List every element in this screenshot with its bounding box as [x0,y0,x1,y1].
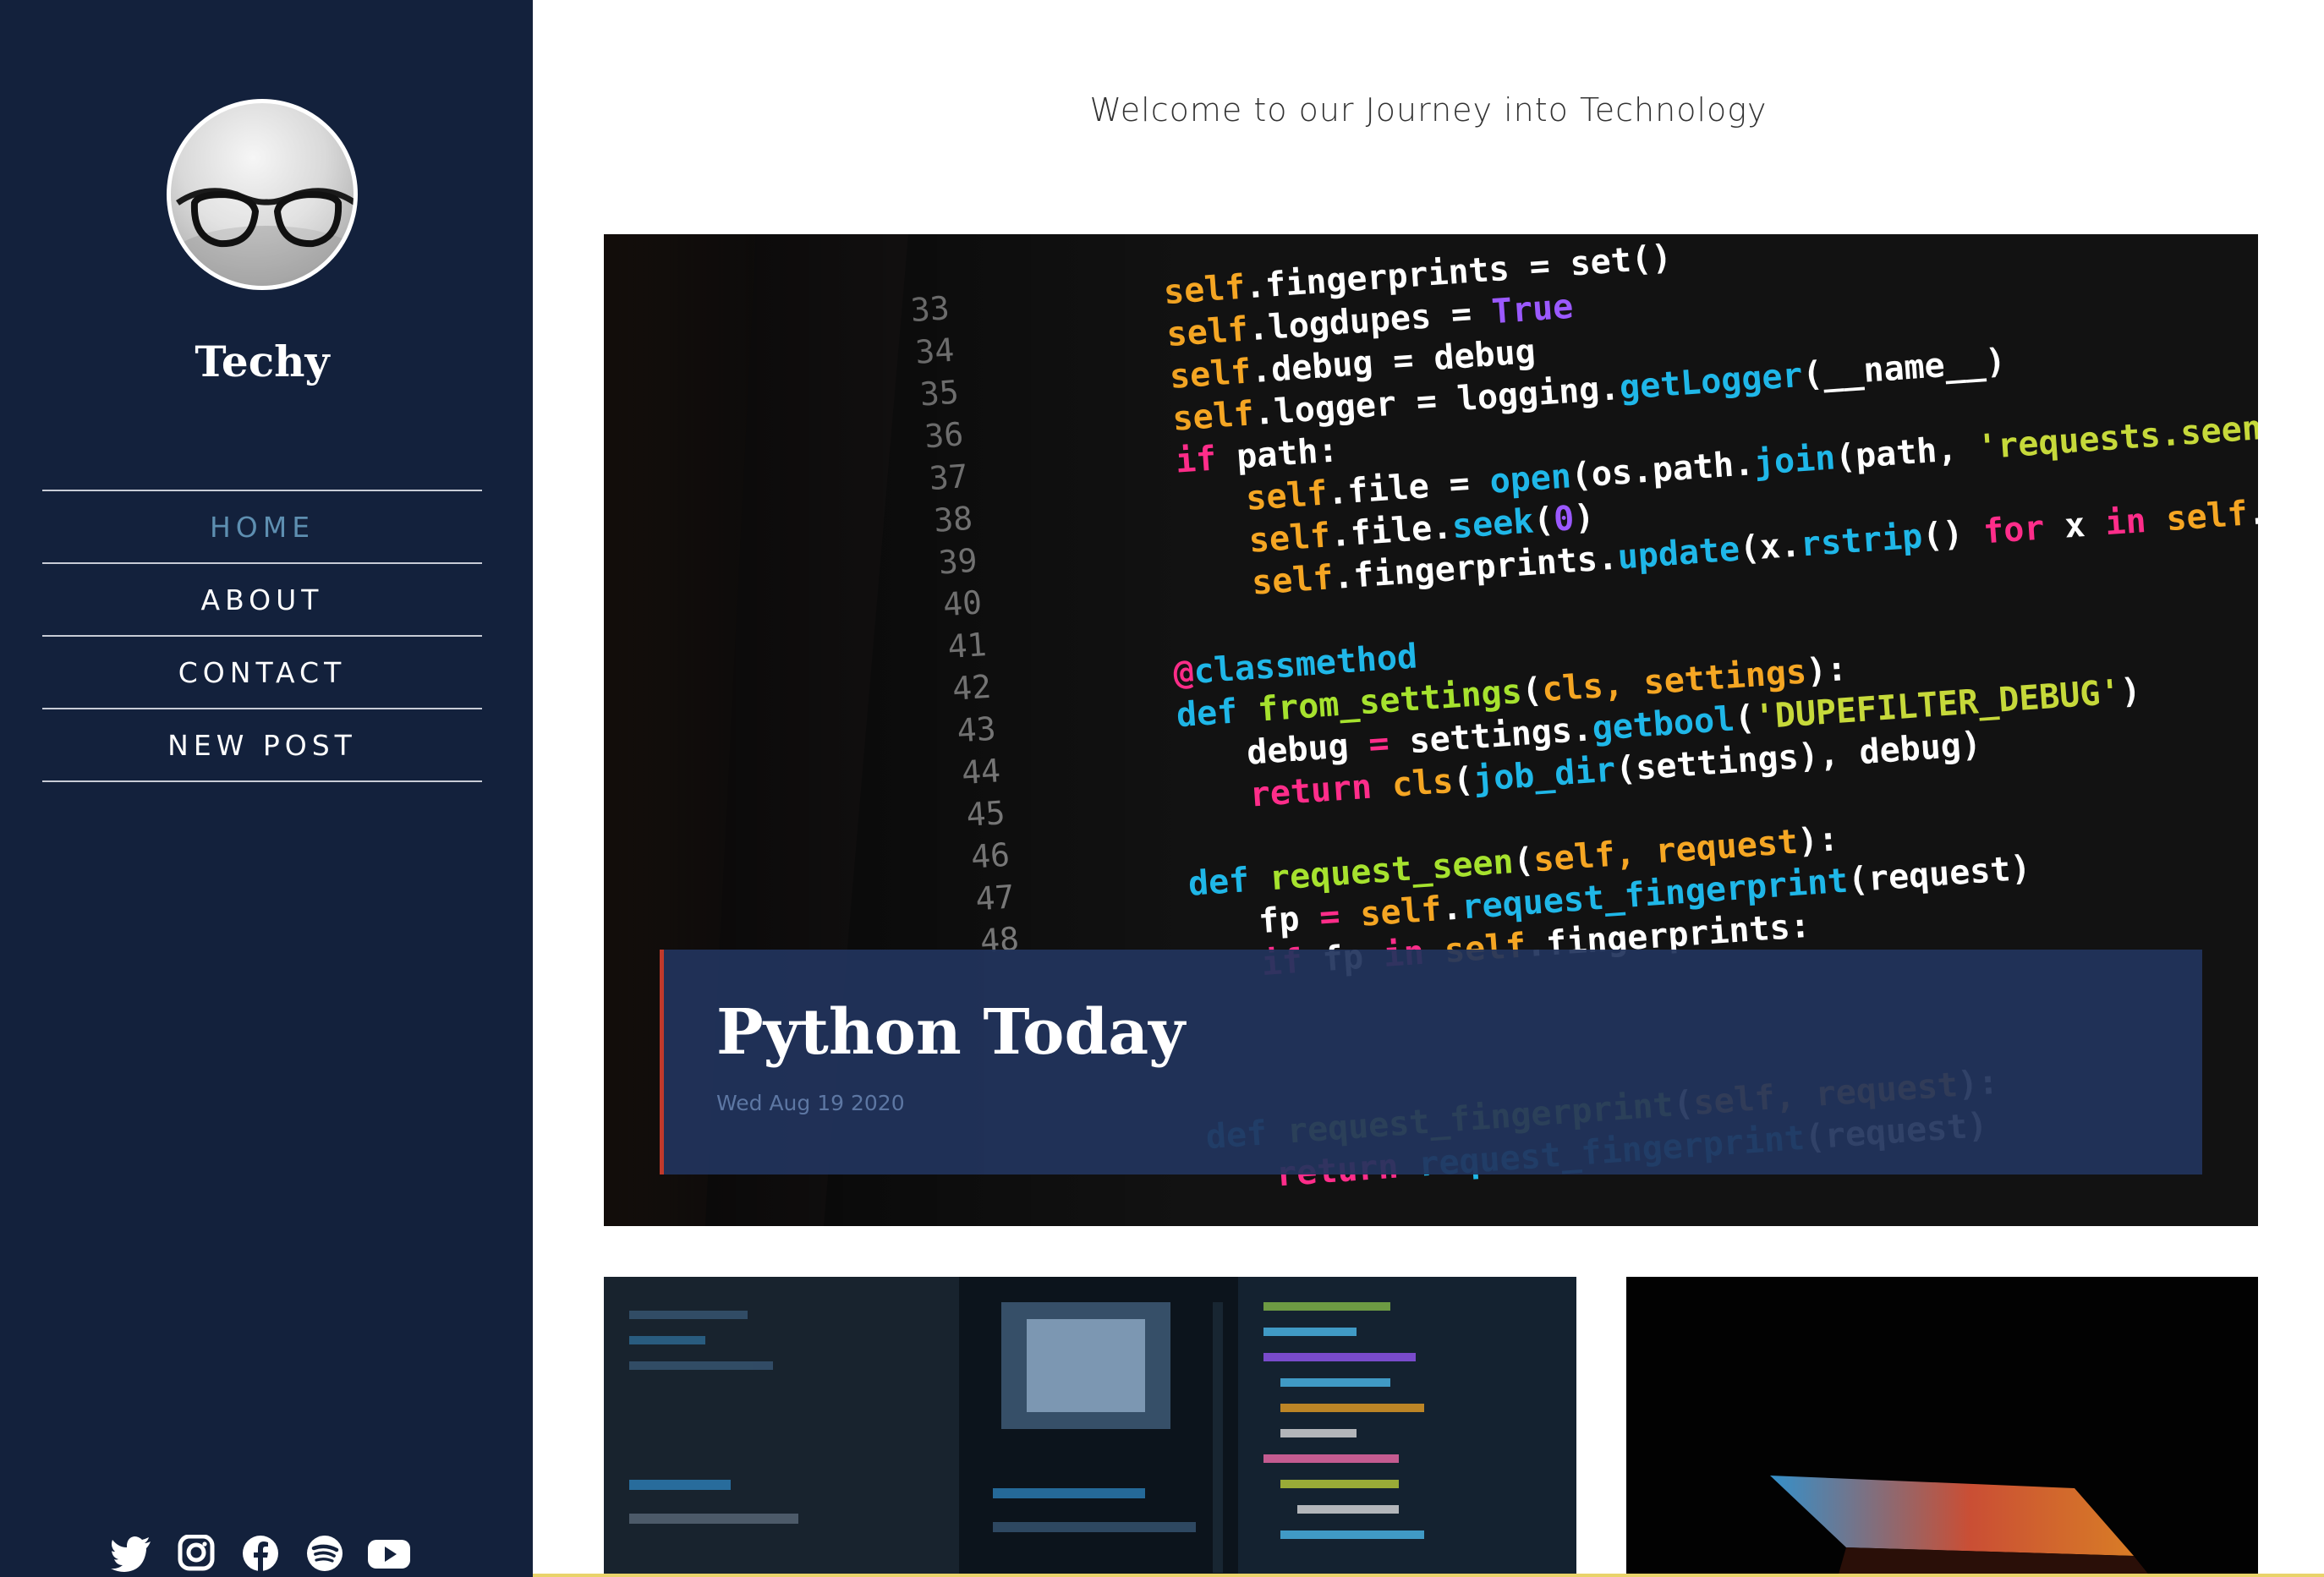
laptop-image [1626,1277,2258,1577]
facebook-icon[interactable] [238,1535,282,1572]
post-thumbnail[interactable] [1626,1277,2258,1577]
youtube-icon[interactable] [367,1535,411,1572]
nav-new-post[interactable]: NEW POST [42,709,482,782]
post-date: Wed Aug 19 2020 [716,1091,905,1115]
footer-strip [533,1574,2324,1577]
post-title[interactable]: Python Today [716,996,1185,1069]
main-nav: HOME ABOUT CONTACT NEW POST [42,490,482,782]
instagram-icon[interactable] [174,1535,218,1572]
nav-about[interactable]: ABOUT [42,564,482,637]
twitter-icon[interactable] [110,1535,154,1572]
avatar[interactable] [167,99,358,290]
sidebar: Techy HOME ABOUT CONTACT NEW POST [0,0,533,1577]
welcome-heading: Welcome to our Journey into Technology [1089,91,1768,129]
social-links [110,1535,411,1572]
nav-contact[interactable]: CONTACT [42,637,482,709]
post-thumbnail[interactable] [604,1277,1576,1577]
featured-post-card[interactable]: Python Today Wed Aug 19 2020 [660,950,2202,1175]
blurred-code-image [604,1277,1576,1577]
spotify-icon[interactable] [303,1535,347,1572]
glasses-icon [171,188,354,286]
nav-home[interactable]: HOME [42,491,482,564]
site-brand[interactable]: Techy [0,337,524,386]
